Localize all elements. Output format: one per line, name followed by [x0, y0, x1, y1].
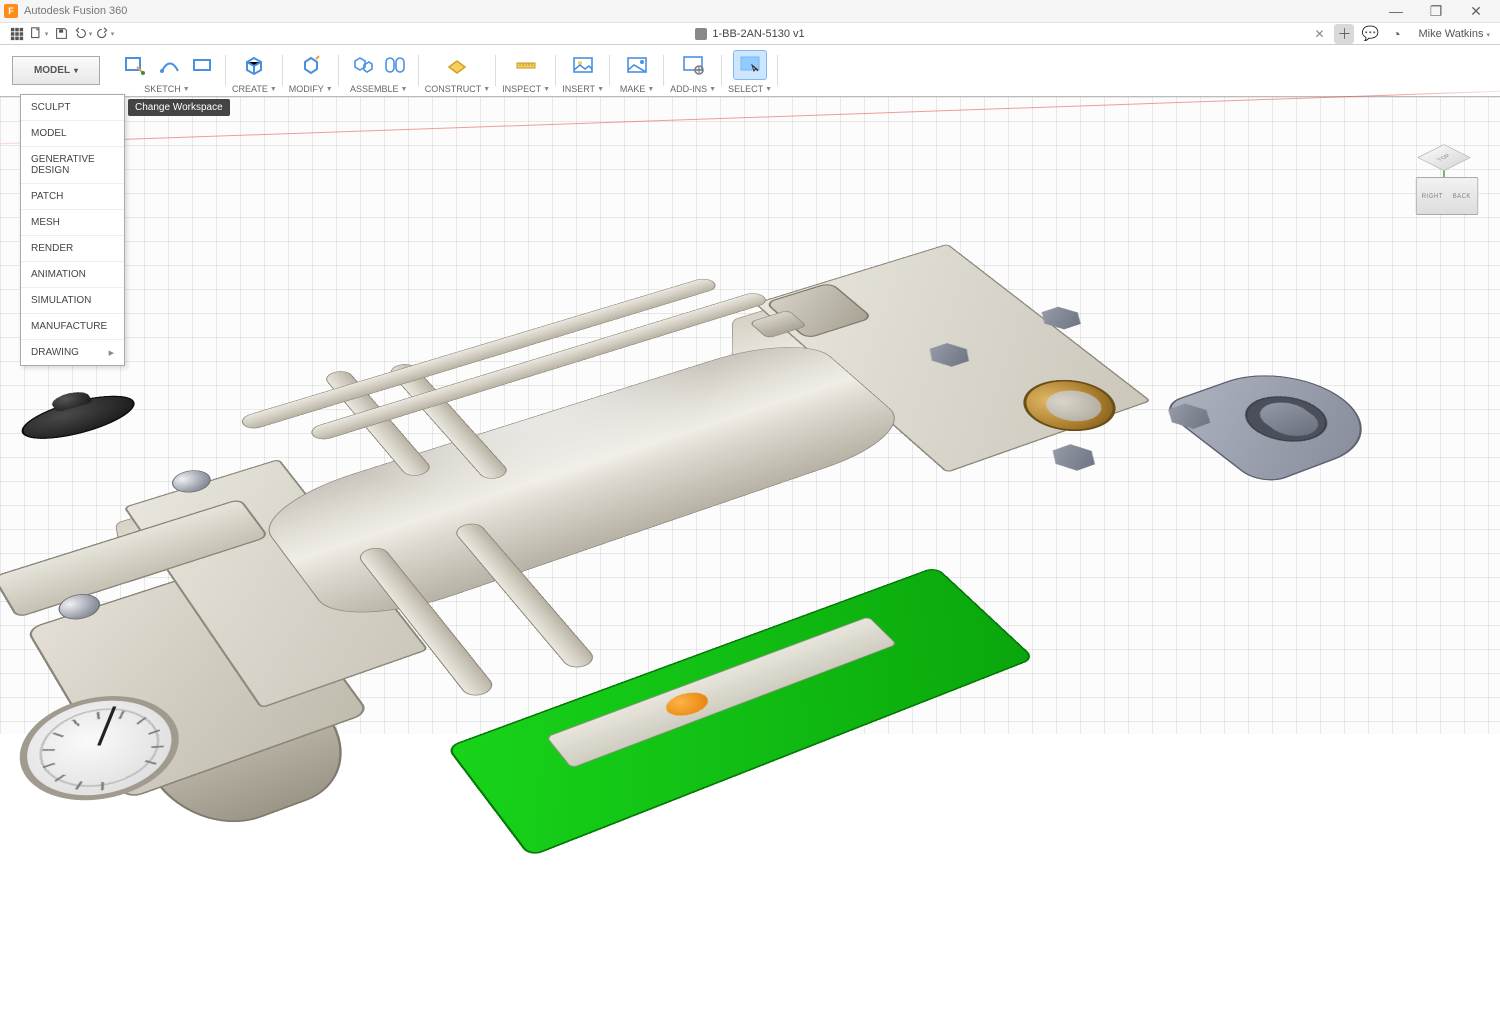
workspace-menu: SCULPT MODEL GENERATIVE DESIGN PATCH MESH REN… — [20, 94, 125, 366]
tooltip-change-workspace: Change Workspace — [128, 99, 230, 116]
ribbon-toolbar: MODEL SKETCH▼ CREATE▼ — [0, 45, 1500, 97]
ribbon-label-construct: CONSTRUCT — [425, 84, 482, 94]
select-tool-button[interactable] — [733, 50, 767, 80]
document-title-tab[interactable]: 1-BB-2AN-5130 v1 — [712, 28, 804, 40]
viewcube-face-right[interactable]: RIGHT — [1416, 177, 1449, 215]
window-minimize-button[interactable]: — — [1376, 0, 1416, 23]
job-status-icon[interactable]: ◔ — [1386, 24, 1406, 44]
ribbon-label-modify: MODIFY — [289, 84, 324, 94]
extrude-button[interactable] — [237, 50, 271, 80]
save-button[interactable] — [50, 24, 72, 44]
regulator-knob[interactable] — [13, 387, 144, 448]
viewcube-face-back[interactable]: BACK — [1445, 177, 1478, 215]
3d-print-button[interactable] — [620, 50, 654, 80]
ribbon-label-create: CREATE — [232, 84, 268, 94]
window-controls: — ❐ ✕ — [1376, 0, 1496, 23]
redo-button[interactable] — [94, 24, 116, 44]
new-tab-button[interactable]: ＋ — [1334, 24, 1354, 44]
ribbon-label-insert: INSERT — [562, 84, 595, 94]
ribbon-group-addins: ADD-INS▼ — [664, 45, 722, 96]
ribbon-label-addins: ADD-INS — [670, 84, 707, 94]
notifications-icon[interactable]: 💬 — [1360, 24, 1380, 44]
user-account-menu[interactable]: Mike Watkins — [1412, 28, 1496, 40]
workspace-menu-item-label: MODEL — [31, 128, 67, 139]
workspace-menu-item-generative-design[interactable]: GENERATIVE DESIGN — [21, 146, 124, 183]
insert-decal-button[interactable] — [566, 50, 600, 80]
ribbon-label-inspect: INSPECT — [502, 84, 541, 94]
workspace-menu-item-label: MESH — [31, 217, 60, 228]
ribbon-label-select: SELECT — [728, 84, 763, 94]
x-axis-line — [0, 89, 1500, 146]
close-tab-button[interactable]: ✕ — [1310, 25, 1328, 43]
workspace-switcher-button[interactable]: MODEL — [12, 56, 100, 85]
window-close-button[interactable]: ✕ — [1456, 0, 1496, 23]
mounting-bracket-part — [546, 616, 898, 768]
ribbon-group-sketch: SKETCH▼ — [108, 45, 226, 96]
workspace-switcher-label: MODEL — [34, 65, 70, 76]
workspace-menu-item-sculpt[interactable]: SCULPT — [21, 95, 124, 120]
workspace-menu-item-model[interactable]: MODEL — [21, 120, 124, 146]
ribbon-label-sketch: SKETCH — [144, 84, 181, 94]
construct-plane-button[interactable] — [440, 50, 474, 80]
undo-button[interactable] — [72, 24, 94, 44]
rectangle-tool-button[interactable] — [188, 50, 216, 80]
view-cube[interactable]: z x TOP RIGHT BACK — [1424, 151, 1480, 207]
3d-viewport[interactable]: z x TOP RIGHT BACK — [0, 97, 1500, 734]
ribbon-group-assemble: ASSEMBLE▼ — [339, 45, 419, 96]
workspace-menu-item-label: GENERATIVE DESIGN — [31, 154, 114, 176]
workspace-menu-item-label: RENDER — [31, 243, 73, 254]
ribbon-group-modify: MODIFY▼ — [283, 45, 339, 96]
ribbon-label-make: MAKE — [620, 84, 646, 94]
scripts-addins-button[interactable] — [676, 50, 710, 80]
window-maximize-button[interactable]: ❐ — [1416, 0, 1456, 23]
data-panel-button[interactable] — [6, 24, 28, 44]
app-title: Autodesk Fusion 360 — [24, 5, 127, 17]
ribbon-group-select: SELECT▼ — [722, 45, 778, 96]
workspace-menu-item-label: PATCH — [31, 191, 63, 202]
workspace-menu-item-label: SCULPT — [31, 102, 70, 113]
workspace-menu-item-patch[interactable]: PATCH — [21, 183, 124, 209]
workspace-menu-item-label: MANUFACTURE — [31, 321, 107, 332]
ribbon-group-create: CREATE▼ — [226, 45, 283, 96]
measure-button[interactable] — [509, 50, 543, 80]
workspace-menu-item-label: DRAWING — [31, 347, 79, 358]
file-menu-button[interactable] — [28, 24, 50, 44]
submenu-arrow-icon — [109, 347, 114, 358]
viewcube-face-top[interactable]: TOP — [1417, 144, 1471, 171]
workspace-menu-item-label: ANIMATION — [31, 269, 86, 280]
tie-rod-nut-3[interactable] — [1042, 440, 1105, 475]
workspace-menu-item-simulation[interactable]: SIMULATION — [21, 287, 124, 313]
create-sketch-button[interactable] — [118, 50, 152, 80]
workspace-menu-item-render[interactable]: RENDER — [21, 235, 124, 261]
app-logo-icon: F — [4, 4, 18, 18]
document-icon — [695, 28, 707, 40]
ribbon-group-insert: INSERT▼ — [556, 45, 610, 96]
title-bar: F Autodesk Fusion 360 — ❐ ✕ — [0, 0, 1500, 23]
workspace-menu-item-animation[interactable]: ANIMATION — [21, 261, 124, 287]
press-pull-button[interactable] — [294, 50, 328, 80]
workspace-menu-item-mesh[interactable]: MESH — [21, 209, 124, 235]
line-tool-button[interactable] — [156, 50, 184, 80]
ribbon-label-assemble: ASSEMBLE — [350, 84, 399, 94]
model-assembly[interactable] — [0, 175, 1466, 986]
workspace-menu-item-manufacture[interactable]: MANUFACTURE — [21, 313, 124, 339]
quick-access-toolbar: 1-BB-2AN-5130 v1 ✕ ＋ 💬 ◔ Mike Watkins — [0, 23, 1500, 45]
new-component-button[interactable] — [349, 50, 377, 80]
joint-button[interactable] — [381, 50, 409, 80]
ribbon-group-make: MAKE▼ — [610, 45, 664, 96]
ribbon-group-construct: CONSTRUCT▼ — [419, 45, 496, 96]
ribbon-group-inspect: INSPECT▼ — [496, 45, 556, 96]
workspace-menu-item-label: SIMULATION — [31, 295, 91, 306]
workspace-menu-item-drawing[interactable]: DRAWING — [21, 339, 124, 365]
clevis-bore — [1229, 388, 1345, 450]
